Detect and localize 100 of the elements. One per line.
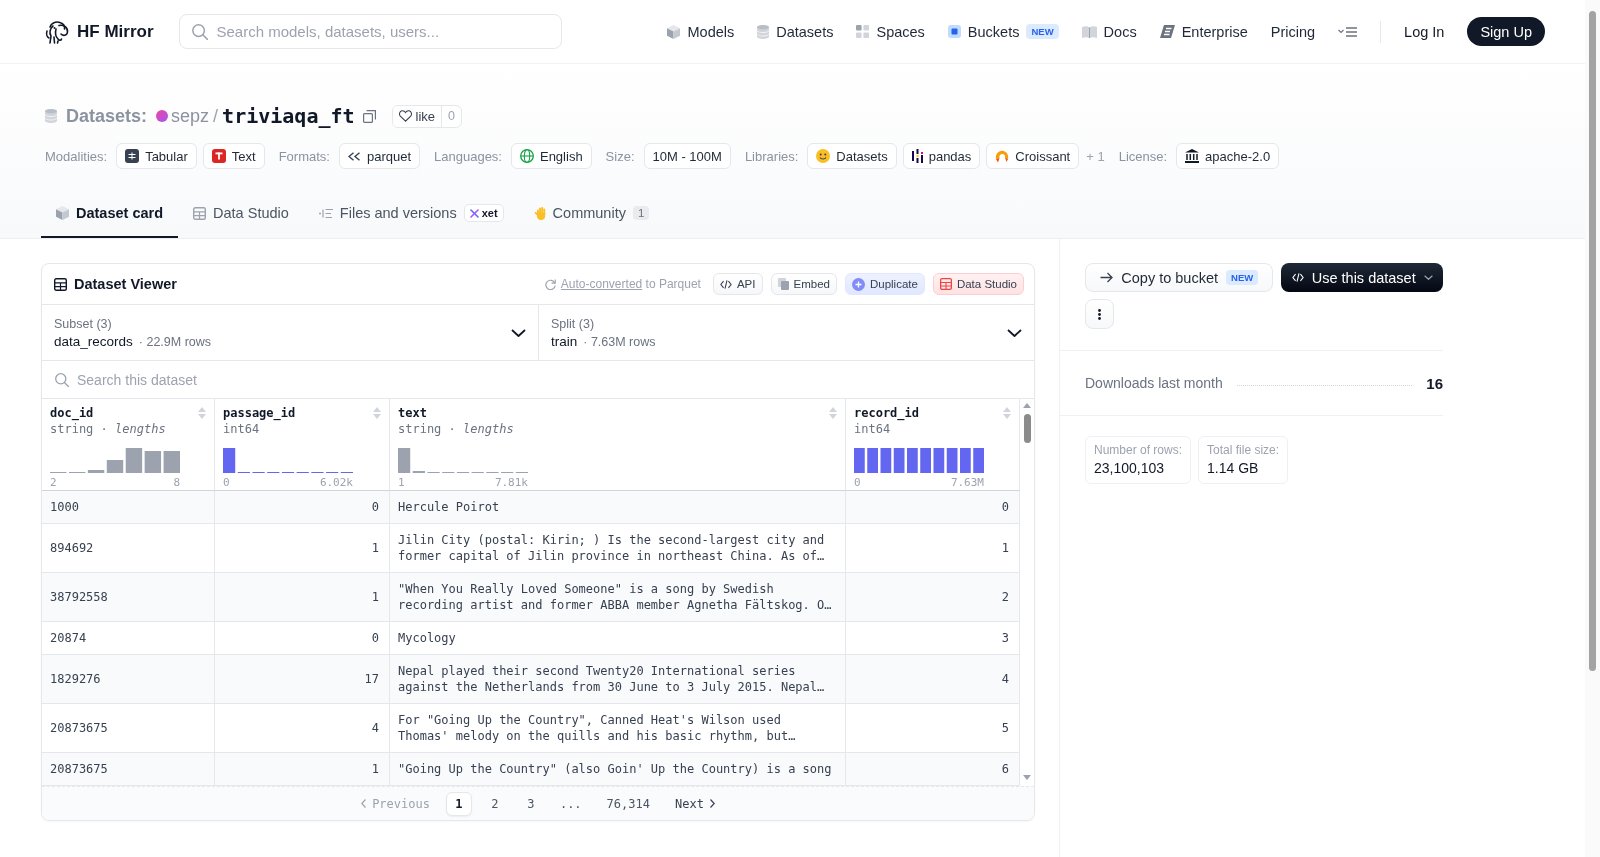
menu-icon[interactable]	[1338, 26, 1358, 37]
histogram-min-label: 2	[50, 476, 57, 489]
tab[interactable]: Dataset card	[41, 190, 179, 238]
dataset-category: Datasets:	[66, 105, 148, 127]
downloads-value: 16	[1426, 374, 1443, 392]
column-name: text	[398, 405, 427, 421]
subset-label: Subset (3)	[54, 316, 112, 331]
log-in-link[interactable]: Log In	[1404, 23, 1445, 40]
bars-icon	[911, 149, 923, 163]
tag-chip[interactable]: apache-2.0	[1176, 143, 1280, 169]
page-number-button[interactable]: 76,314	[597, 791, 659, 816]
book-icon	[1081, 25, 1097, 38]
nav-link[interactable]: Models	[667, 23, 735, 40]
table-cell: 1000	[42, 491, 215, 524]
split-value: train	[551, 333, 578, 349]
table-cell: "Going Up the Country" (also Goin' Up the Country) is a song	[390, 753, 846, 786]
tag-chip[interactable]: Croissant	[986, 143, 1080, 169]
stat-label: Number of rows:	[1094, 442, 1183, 458]
table-cell: 6	[846, 753, 1020, 786]
slanted-tile-icon	[1159, 25, 1175, 38]
table-icon	[125, 149, 140, 163]
table-cell: 38792558	[42, 573, 215, 622]
double-chevron-icon	[347, 151, 361, 161]
chevron-down-icon[interactable]	[1007, 328, 1022, 337]
cube-icon	[56, 206, 69, 220]
use-dataset-button[interactable]: Use this dataset	[1281, 263, 1443, 292]
tag-chip[interactable]: Tabular	[116, 143, 197, 169]
count-badge: 1	[632, 206, 650, 220]
table-cell: 4	[846, 655, 1020, 704]
heart-icon	[398, 110, 412, 122]
tag-chip[interactable]: Datasets	[807, 143, 897, 169]
nav-link[interactable]: Pricing	[1270, 23, 1316, 40]
tab[interactable]: Data Studio	[178, 190, 304, 238]
more-options-button[interactable]	[1085, 299, 1114, 329]
table-cell: 20874	[42, 622, 215, 655]
table-cell: "When You Really Loved Someone" is a song by Swedish recording artist and former ABBA member Agnetha Fältskog. O…	[390, 573, 846, 622]
tab[interactable]: Files and versions xet	[303, 190, 519, 238]
table-cell: 0	[215, 491, 390, 524]
table-cell: Hercule Poirot	[390, 491, 846, 524]
split-label: Split (3)	[551, 316, 595, 331]
table-cell: 0	[846, 491, 1020, 524]
viewer-action-button[interactable]: Duplicate	[844, 273, 925, 295]
database-icon	[757, 24, 770, 39]
column-name: doc_id	[50, 405, 94, 421]
tag-chip[interactable]: Text	[202, 143, 265, 169]
page-number-button[interactable]: 1	[445, 791, 472, 816]
pagination-gap: ...	[558, 796, 583, 811]
table-cell: 5	[846, 704, 1020, 753]
database-icon	[45, 109, 57, 123]
histogram-max-label: 7.63M	[950, 476, 984, 489]
page-number-button[interactable]: 3	[517, 791, 544, 816]
sign-up-button[interactable]: Sign Up	[1467, 17, 1545, 46]
tag-chip[interactable]: English	[510, 143, 592, 169]
brand-link[interactable]: HF Mirror	[45, 19, 154, 44]
next-page-button[interactable]: Next	[668, 791, 721, 816]
nav-link[interactable]: Docs	[1081, 23, 1137, 40]
document-icon	[777, 278, 789, 290]
histogram-min-label: 0	[223, 476, 230, 489]
file-list-icon	[318, 207, 333, 219]
table-cell: 894692	[42, 524, 215, 573]
table-cell: 1829276	[42, 655, 215, 704]
table-cell: Jilin City (postal: Kirin; ) Is the second-largest city and former capital of Jilin province in northeast China. As of…	[390, 524, 846, 573]
search-field[interactable]: Search models, datasets, users...	[178, 14, 562, 49]
table-cell: Nepal played their second Twenty20 International series against the Netherlands from 30 June to 3 July 2015. Nepal…	[390, 655, 846, 704]
viewer-action-button[interactable]: Data Studio	[932, 273, 1024, 295]
chevron-right-icon	[709, 799, 715, 808]
tag-group-label: Modalities:	[45, 148, 108, 164]
tag-chip[interactable]: 10M - 100M	[643, 143, 731, 169]
column-type: int64	[854, 421, 891, 437]
tab[interactable]: Community 1	[518, 190, 665, 238]
refresh-icon	[544, 278, 556, 290]
stat-value: 23,100,103	[1094, 459, 1166, 478]
subset-value: data_records	[54, 333, 133, 349]
vertical-dots-icon	[1098, 308, 1101, 320]
table-cell: 2	[846, 573, 1020, 622]
nav-link[interactable]: Enterprise	[1159, 23, 1248, 40]
nav-link[interactable]: Spaces	[856, 23, 925, 40]
copy-icon[interactable]	[362, 109, 376, 123]
nav-link[interactable]: Datasets	[757, 23, 834, 40]
viewer-action-button[interactable]: API	[712, 273, 763, 295]
like-count: 0	[441, 105, 461, 127]
code-icon	[1291, 273, 1304, 282]
nav-link[interactable]: Buckets NEW	[947, 23, 1059, 40]
chevron-down-icon[interactable]	[511, 328, 526, 337]
viewer-action-button[interactable]: Embed	[770, 273, 837, 295]
tag-group-label: Formats:	[278, 148, 330, 164]
table-icon	[939, 278, 952, 290]
table-cell: 17	[215, 655, 390, 704]
crescent-icon	[995, 149, 1010, 163]
table-icon	[54, 277, 67, 291]
plus-circle-icon	[851, 277, 865, 291]
tag-chip[interactable]: pandas	[902, 143, 981, 169]
copy-to-bucket-button[interactable]: Copy to bucket NEW	[1085, 263, 1274, 292]
tag-chip[interactable]: parquet	[338, 143, 420, 169]
new-badge: NEW	[1026, 24, 1059, 39]
row-count: · 7.63M rows	[583, 334, 656, 349]
tag-group-label: Languages:	[434, 148, 502, 164]
page-number-button[interactable]: 2	[481, 791, 508, 816]
histogram-max-label: 8	[173, 476, 180, 489]
table-cell: 1	[215, 573, 390, 622]
